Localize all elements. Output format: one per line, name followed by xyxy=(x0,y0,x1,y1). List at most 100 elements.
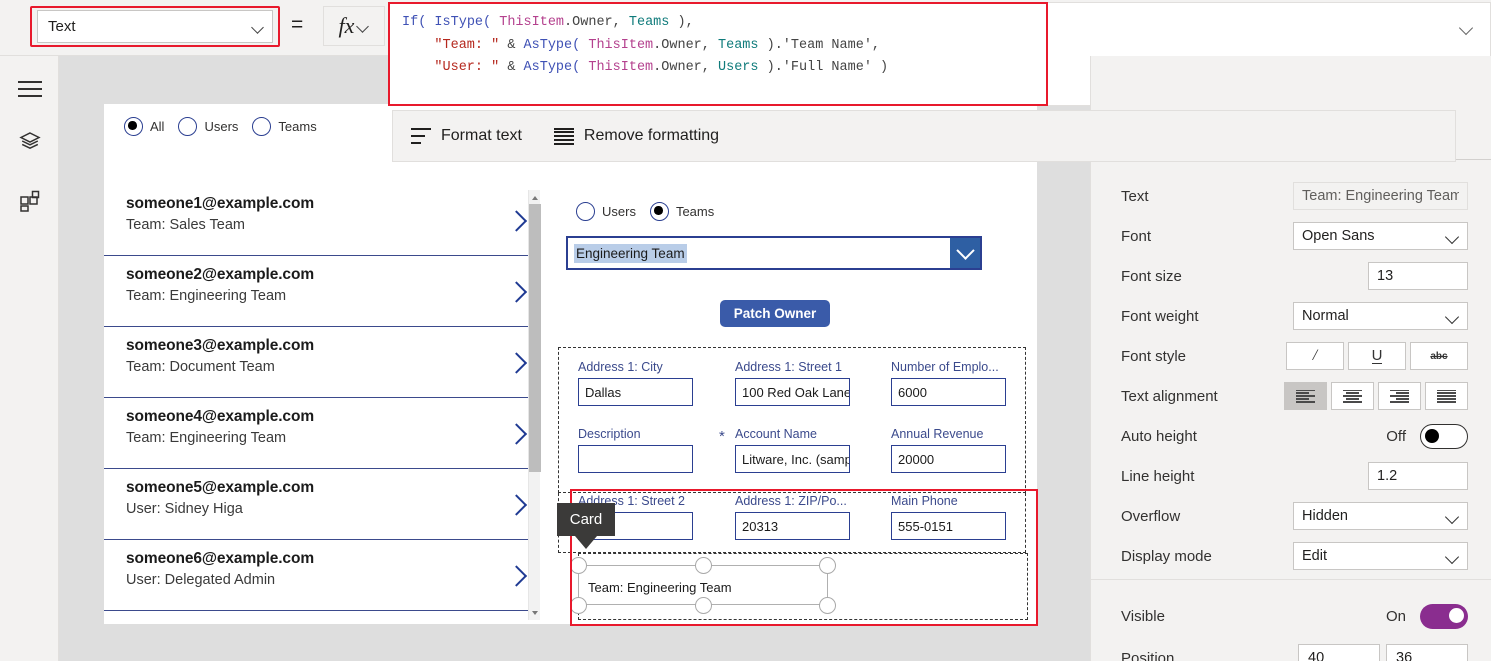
chevron-right-icon[interactable] xyxy=(509,212,526,229)
auto-height-toggle[interactable] xyxy=(1420,423,1468,449)
radio-all-dot xyxy=(124,117,143,136)
formula-users-1: Users xyxy=(709,60,759,75)
field-input[interactable]: 6000 xyxy=(891,378,1006,406)
formula-bar-highlight: If( IsType( ThisItem.Owner, Teams ), "Te… xyxy=(388,2,1048,106)
formula-line3-end: ).'Full Name' ) xyxy=(758,60,889,75)
list-item[interactable]: someone6@example.com User: Delegated Adm… xyxy=(104,540,538,611)
property-value: 13 xyxy=(1377,268,1394,284)
list-item[interactable]: someone1@example.com Team: Sales Team xyxy=(104,185,538,256)
scrollbar-thumb[interactable] xyxy=(529,204,541,472)
radio-teams-dot xyxy=(252,117,272,136)
underline-button[interactable]: U xyxy=(1348,342,1406,370)
field-label: Address 1: Street 1 xyxy=(735,360,843,374)
resize-handle-ne[interactable] xyxy=(819,557,836,574)
sidebar-item-hamburger[interactable] xyxy=(0,66,59,112)
list-item-subtitle: Team: Engineering Team xyxy=(126,288,287,304)
font-dropdown[interactable]: Open Sans xyxy=(1293,222,1468,250)
font-size-input[interactable]: 13 xyxy=(1368,262,1468,290)
chevron-down-icon[interactable] xyxy=(950,238,980,268)
sidebar-item-tree-view[interactable] xyxy=(0,120,59,166)
field-main-phone[interactable]: Main Phone 555-0151 xyxy=(891,494,1006,540)
field-number-of-employees[interactable]: Number of Emplo... 6000 xyxy=(891,360,1006,406)
formula-if: If( xyxy=(402,15,427,30)
remove-formatting-button[interactable]: Remove formatting xyxy=(553,127,719,145)
chevron-right-icon[interactable] xyxy=(509,283,526,300)
radio-users-dot xyxy=(178,117,198,136)
gallery-filter-radio-group[interactable]: All Users Teams xyxy=(124,117,317,136)
align-center-button[interactable] xyxy=(1331,382,1374,410)
position-x-input[interactable]: 40 xyxy=(1298,644,1380,661)
chevron-right-icon[interactable] xyxy=(509,354,526,371)
strikethrough-button[interactable]: abc xyxy=(1410,342,1468,370)
align-right-button[interactable] xyxy=(1378,382,1421,410)
radio-users[interactable]: Users xyxy=(178,117,238,136)
panel-section-divider xyxy=(1091,579,1491,580)
field-input[interactable]: Dallas xyxy=(578,378,693,406)
format-text-label: Format text xyxy=(441,127,522,144)
list-item[interactable]: someone2@example.com Team: Engineering T… xyxy=(104,256,538,327)
field-input[interactable]: 20000 xyxy=(891,445,1006,473)
italic-button[interactable]: / xyxy=(1286,342,1344,370)
sidebar-item-insert[interactable] xyxy=(0,180,59,226)
overflow-dropdown[interactable]: Hidden xyxy=(1293,502,1468,530)
property-value: 1.2 xyxy=(1377,468,1398,484)
scroll-up-arrow-icon[interactable] xyxy=(529,191,541,204)
field-annual-revenue[interactable]: Annual Revenue 20000 xyxy=(891,427,1006,473)
owner-combobox-value: Engineering Team xyxy=(574,243,687,263)
field-address1-city[interactable]: Address 1: City Dallas xyxy=(578,360,693,406)
field-input[interactable]: 20313 xyxy=(735,512,850,540)
visible-toggle[interactable] xyxy=(1420,603,1468,629)
resize-handle-s[interactable] xyxy=(695,597,712,614)
property-row-visible: Visible On xyxy=(1091,596,1491,636)
owner-type-radio-group[interactable]: Users Teams xyxy=(576,202,714,221)
field-description[interactable]: Description xyxy=(578,427,693,473)
chevron-down-icon[interactable] xyxy=(1460,21,1474,35)
position-y-input[interactable]: 36 xyxy=(1386,644,1468,661)
list-item-title: someone3@example.com xyxy=(126,337,314,354)
radio-all[interactable]: All xyxy=(124,117,164,136)
powerapps-studio: All Users Teams someone1@example.com Tea… xyxy=(0,0,1491,661)
position-inputs: 40 36 xyxy=(1298,644,1468,661)
radio-teams[interactable]: Teams xyxy=(252,117,317,136)
resize-handle-nw[interactable] xyxy=(570,557,587,574)
formula-user-string: "User: " xyxy=(434,60,500,75)
resize-handle-se[interactable] xyxy=(819,597,836,614)
list-item[interactable]: someone5@example.com User: Sidney Higa xyxy=(104,469,538,540)
property-selector[interactable]: Text xyxy=(37,10,273,43)
fx-button[interactable]: fx xyxy=(323,6,385,46)
field-input[interactable] xyxy=(578,445,693,473)
gallery-scrollbar[interactable] xyxy=(528,190,541,620)
display-mode-dropdown[interactable]: Edit xyxy=(1293,542,1468,570)
scroll-down-arrow-icon[interactable] xyxy=(529,606,541,619)
line-height-input[interactable]: 1.2 xyxy=(1368,462,1468,490)
formula-editor[interactable]: If( IsType( ThisItem.Owner, Teams ), "Te… xyxy=(390,4,1046,104)
owner-combobox[interactable]: Engineering Team xyxy=(566,236,982,270)
property-row-display-mode: Display mode Edit xyxy=(1091,536,1491,576)
field-input[interactable]: 100 Red Oak Lane xyxy=(735,378,850,406)
chevron-right-icon[interactable] xyxy=(509,496,526,513)
font-weight-dropdown[interactable]: Normal xyxy=(1293,302,1468,330)
field-account-name[interactable]: Account Name Litware, Inc. (sample xyxy=(735,427,850,473)
align-justify-button[interactable] xyxy=(1425,382,1468,410)
field-input[interactable]: Litware, Inc. (sample xyxy=(735,445,850,473)
field-address1-zip[interactable]: Address 1: ZIP/Po... 20313 xyxy=(735,494,850,540)
list-item[interactable]: someone4@example.com Team: Engineering T… xyxy=(104,398,538,469)
field-label: Account Name xyxy=(735,427,817,441)
list-item[interactable]: someone3@example.com Team: Document Team xyxy=(104,327,538,398)
chevron-right-icon[interactable] xyxy=(509,567,526,584)
radio-owner-users[interactable]: Users xyxy=(576,202,636,221)
property-value: Open Sans xyxy=(1302,228,1375,244)
property-label: Font size xyxy=(1121,267,1182,285)
owner-gallery[interactable]: someone1@example.com Team: Sales Team so… xyxy=(104,185,538,623)
field-input[interactable]: 555-0151 xyxy=(891,512,1006,540)
resize-handle-sw[interactable] xyxy=(570,597,587,614)
formula-line1-end: ), xyxy=(669,15,694,30)
align-left-button[interactable] xyxy=(1284,382,1327,410)
patch-owner-button[interactable]: Patch Owner xyxy=(720,300,830,327)
chevron-right-icon[interactable] xyxy=(509,425,526,442)
resize-handle-n[interactable] xyxy=(695,557,712,574)
field-address1-street1[interactable]: Address 1: Street 1 100 Red Oak Lane xyxy=(735,360,850,406)
format-text-button[interactable]: Format text xyxy=(411,127,522,145)
formula-teams-1: Teams xyxy=(620,15,670,30)
radio-owner-teams[interactable]: Teams xyxy=(649,202,714,221)
